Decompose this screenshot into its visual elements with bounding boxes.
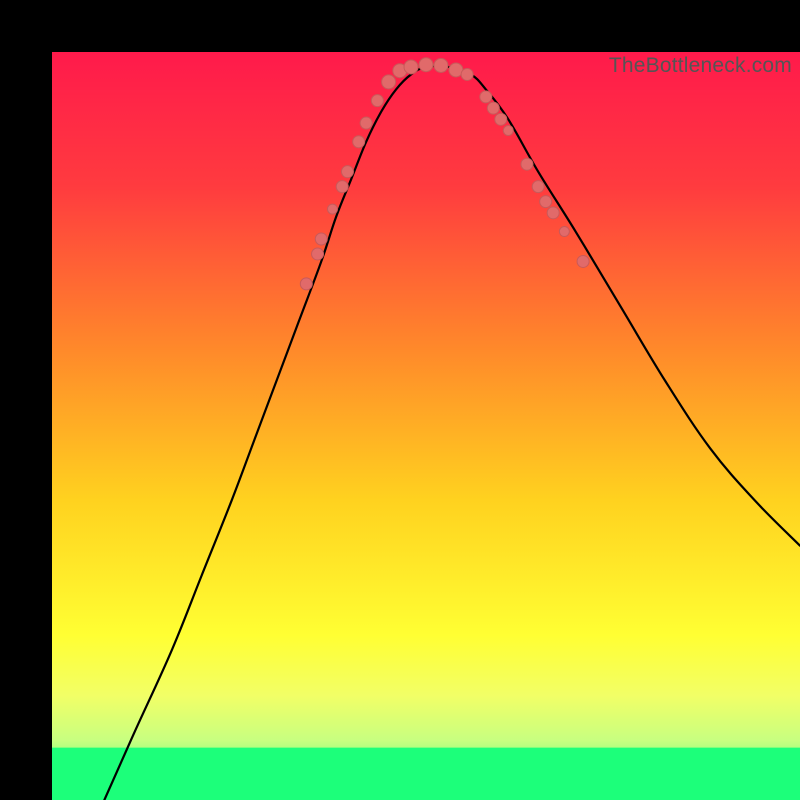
data-marker [312, 248, 324, 260]
data-marker [521, 158, 533, 170]
data-marker [404, 60, 418, 74]
watermark-text: TheBottleneck.com [609, 54, 792, 78]
data-marker [353, 136, 365, 148]
data-marker [532, 181, 544, 193]
data-marker [419, 58, 433, 72]
data-marker [336, 181, 348, 193]
data-marker [503, 126, 513, 136]
chart-frame: TheBottleneck.com [0, 0, 800, 800]
data-marker [434, 58, 448, 72]
data-marker [382, 75, 396, 89]
gradient-background [52, 52, 800, 800]
plot-area: TheBottleneck.com [52, 52, 800, 800]
data-marker [540, 196, 552, 208]
bottom-green-band [52, 748, 800, 800]
data-marker [371, 95, 383, 107]
data-marker [559, 227, 569, 237]
data-marker [328, 204, 338, 214]
data-marker [480, 91, 492, 103]
data-marker [495, 113, 507, 125]
data-marker [300, 278, 312, 290]
data-marker [461, 68, 473, 80]
data-marker [547, 207, 559, 219]
data-marker [487, 102, 499, 114]
data-marker [341, 166, 353, 178]
data-marker [315, 233, 327, 245]
data-marker [360, 117, 372, 129]
chart-svg [52, 52, 800, 800]
data-marker [577, 255, 589, 267]
